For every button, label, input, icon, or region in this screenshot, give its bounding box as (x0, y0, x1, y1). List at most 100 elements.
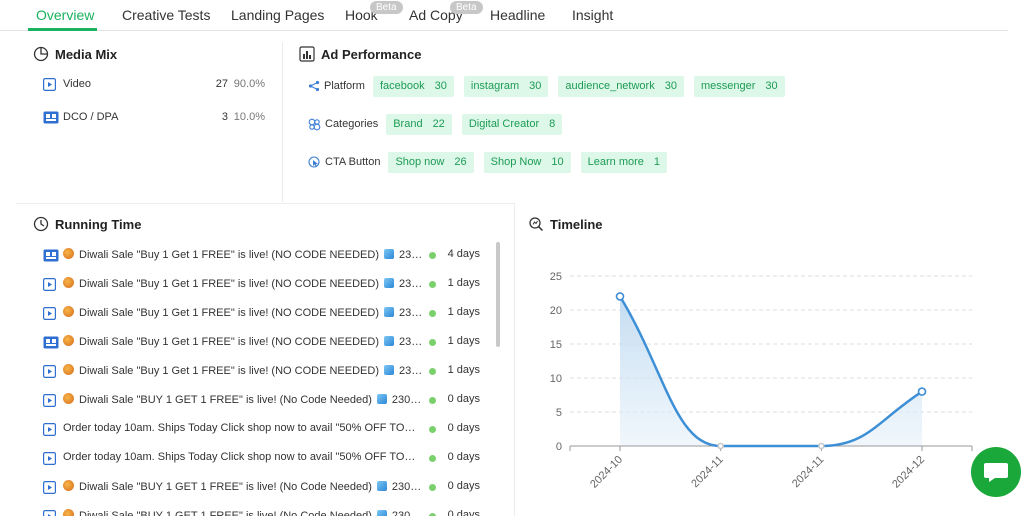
platform-chip-messenger[interactable]: messenger 30 (693, 75, 785, 97)
divider (16, 203, 514, 204)
data-point (818, 442, 825, 450)
running-time-row[interactable]: Diwali Sale "Buy 1 Get 1 FREE" is live! … (43, 302, 498, 331)
ad-text: Diwali Sale "Buy 1 Get 1 FREE" is live! … (63, 364, 423, 377)
video-icon (43, 423, 57, 439)
chip-label: Digital Creator (468, 117, 540, 130)
cta-label: CTA Button (325, 156, 381, 168)
running-time-row[interactable]: Order today 10am. Ships Today Click shop… (43, 447, 498, 476)
category-chip-brand[interactable]: Brand 22 (386, 113, 452, 135)
ad-text: Order today 10am. Ships Today Click shop… (63, 422, 423, 434)
cube-icon (384, 336, 394, 346)
chip-count: 30 (765, 79, 778, 92)
data-point (917, 387, 927, 396)
clock-icon (33, 216, 49, 232)
running-time-row[interactable]: Diwali Sale "Buy 1 Get 1 FREE" is live! … (43, 244, 498, 273)
ad-text: Diwali Sale "BUY 1 GET 1 FREE" is live! … (63, 509, 423, 516)
ad-text-tail: 230 Wa... (399, 365, 423, 377)
flame-icon (63, 335, 74, 346)
chat-bubble-icon (984, 463, 1008, 482)
category-chip-digital-creator[interactable]: Digital Creator 8 (461, 113, 563, 135)
tab-insight[interactable]: Insight (572, 7, 613, 23)
video-icon (43, 307, 57, 323)
tab-creative-tests[interactable]: Creative Tests (122, 7, 210, 23)
chip-count: 10 (551, 155, 564, 168)
beta-badge: Beta (370, 1, 403, 14)
running-time-row[interactable]: Diwali Sale "BUY 1 GET 1 FREE" is live! … (43, 476, 498, 505)
video-icon (43, 452, 57, 468)
running-days: 1 days (447, 306, 480, 318)
categories-icon (308, 118, 321, 130)
ad-text-main: Diwali Sale "BUY 1 GET 1 FREE" is live! … (79, 510, 372, 516)
cube-icon (376, 510, 387, 516)
pointer-click-icon (308, 155, 320, 168)
platform-chip-instagram[interactable]: instagram 30 (463, 75, 549, 97)
platform-chip-audience-network[interactable]: audience_network 30 (558, 75, 684, 97)
tab-overview[interactable]: Overview (36, 7, 94, 23)
ad-text-main: Order today 10am. Ships Today Click shop… (63, 451, 423, 463)
pie-chart-icon (33, 46, 49, 62)
running-time-row[interactable]: Diwali Sale "BUY 1 GET 1 FREE" is live! … (43, 505, 498, 516)
chip-count: 30 (529, 79, 542, 92)
ad-text: Diwali Sale "Buy 1 Get 1 FREE" is live! … (63, 306, 423, 319)
share-icon (308, 80, 320, 92)
tab-hook[interactable]: Hook Beta (345, 1, 403, 23)
chip-label: facebook (379, 79, 425, 92)
cta-chip-shop-now[interactable]: Shop now 26 (388, 151, 474, 173)
active-status-dot (429, 281, 436, 288)
active-status-dot (429, 310, 436, 317)
running-days: 0 days (447, 480, 480, 492)
x-tick-label: 2024-11 (689, 454, 725, 490)
active-status-dot (429, 339, 436, 346)
y-tick-label: 25 (550, 271, 562, 283)
running-time-row[interactable]: Diwali Sale "Buy 1 Get 1 FREE" is live! … (43, 273, 498, 302)
active-status-dot (429, 397, 436, 404)
running-time-row[interactable]: Diwali Sale "Buy 1 Get 1 FREE" is live! … (43, 331, 498, 360)
timeline-chart: 0 5 10 15 20 25 2024-10 2024-11 2024-11 2024-12 (550, 271, 973, 491)
tab-headline[interactable]: Headline (490, 7, 545, 23)
ad-text-tail: 230 Wa... (399, 336, 423, 348)
chip-label: Shop Now (490, 155, 542, 168)
ad-text: Diwali Sale "Buy 1 Get 1 FREE" is live! … (63, 248, 423, 261)
chip-label: Learn more (587, 155, 644, 168)
ad-performance-heading: Ad Performance (299, 46, 421, 62)
cube-icon (376, 394, 387, 404)
ad-text-main: Order today 10am. Ships Today Click shop… (63, 422, 423, 434)
timeline-area (620, 296, 922, 446)
platform-row: Platform facebook 30 instagram 30 audience… (308, 75, 795, 97)
media-mix-count: 27 (215, 78, 228, 90)
tab-landing-pages[interactable]: Landing Pages (231, 7, 324, 23)
running-days: 0 days (447, 451, 480, 463)
categories-label-group: Categories (308, 118, 378, 131)
cta-row: CTA Button Shop now 26 Shop Now 10 Learn m… (308, 151, 677, 173)
cube-icon (384, 249, 394, 259)
ad-text-tail: 230 Wa... (399, 278, 423, 290)
media-mix-row: Video 27 90.0% (43, 77, 265, 93)
ad-text-main: Diwali Sale "Buy 1 Get 1 FREE" is live! … (79, 365, 379, 377)
cta-chip-shop-now-caps[interactable]: Shop Now 10 (483, 151, 571, 173)
running-time-scrollbar[interactable] (496, 242, 500, 347)
running-time-row[interactable]: Diwali Sale "BUY 1 GET 1 FREE" is live! … (43, 389, 498, 418)
cta-chip-learn-more[interactable]: Learn more 1 (580, 151, 668, 173)
cube-icon (384, 307, 394, 317)
tab-bar: Overview Creative Tests Landing Pages Ho… (0, 0, 1008, 31)
chip-count: 30 (664, 79, 677, 92)
chat-button[interactable] (971, 447, 1021, 497)
chip-label: audience_network (565, 79, 655, 92)
timeline-search-icon (529, 217, 544, 232)
data-point (717, 442, 724, 450)
flame-icon (63, 306, 74, 317)
media-mix-row: DCO / DPA 3 10.0% (43, 110, 265, 126)
tab-ad-copy[interactable]: Ad Copy Beta (409, 1, 483, 23)
video-icon (43, 510, 56, 516)
media-mix-heading: Media Mix (33, 46, 117, 62)
running-days: 0 days (447, 422, 480, 434)
chip-count: 26 (454, 155, 467, 168)
timeline-heading: Timeline (528, 216, 603, 232)
running-days: 0 days (447, 509, 480, 516)
x-tick-label: 2024-11 (790, 454, 826, 490)
active-status-dot (429, 252, 436, 259)
running-time-row[interactable]: Diwali Sale "Buy 1 Get 1 FREE" is live! … (43, 360, 498, 389)
running-time-row[interactable]: Order today 10am. Ships Today Click shop… (43, 418, 498, 447)
y-tick-label: 0 (556, 441, 562, 453)
platform-chip-facebook[interactable]: facebook 30 (372, 75, 454, 97)
